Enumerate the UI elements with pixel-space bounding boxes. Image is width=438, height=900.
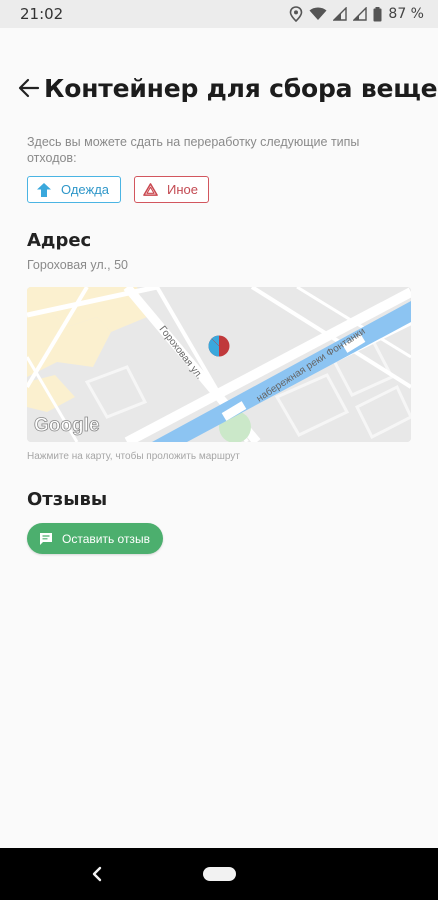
waste-type-chip-other[interactable]: Иное	[134, 176, 209, 203]
map-hint: Нажмите на карту, чтобы проложить маршру…	[27, 451, 240, 462]
map-canvas: Гороховая ул. набережная реки Фонтанки G…	[27, 287, 411, 442]
page-title: Контейнер для сбора вещей	[44, 73, 438, 103]
status-bar: 21:02 87 %	[0, 0, 438, 28]
waste-type-label: Одежда	[61, 182, 110, 197]
waste-type-label: Иное	[167, 182, 198, 197]
battery-icon	[373, 6, 382, 21]
status-time: 21:02	[20, 5, 64, 23]
waste-type-chip-clothes[interactable]: Одежда	[27, 176, 121, 203]
address-value: Гороховая ул., 50	[27, 258, 128, 272]
wifi-icon	[309, 7, 327, 20]
triangle-warning-icon	[143, 183, 158, 196]
status-icons: 87 %	[289, 6, 424, 22]
nav-back-icon[interactable]	[88, 864, 108, 884]
leave-review-button[interactable]: Оставить отзыв	[27, 523, 163, 554]
comment-icon	[40, 532, 52, 545]
container-marker-icon[interactable]	[208, 335, 230, 357]
waste-type-list: Одежда Иное	[27, 176, 209, 203]
shirt-arrow-icon	[37, 182, 51, 197]
address-heading: Адрес	[27, 230, 92, 251]
reviews-heading: Отзывы	[27, 489, 108, 510]
back-button[interactable]	[18, 66, 40, 110]
cell-signal-icon	[353, 7, 368, 21]
leave-review-label: Оставить отзыв	[62, 531, 150, 546]
intro-text: Здесь вы можете сдать на переработку сле…	[27, 135, 360, 165]
nav-home-pill[interactable]	[203, 867, 236, 881]
app-bar: Контейнер для сбора вещей	[0, 60, 438, 116]
map-view[interactable]: Гороховая ул. набережная реки Фонтанки G…	[27, 287, 411, 442]
google-logo: Google	[34, 415, 99, 436]
location-icon	[290, 6, 303, 22]
arrow-left-icon	[18, 78, 40, 98]
cell-signal-icon	[333, 7, 348, 21]
system-nav-bar	[0, 848, 438, 900]
battery-level: 87 %	[388, 6, 424, 22]
